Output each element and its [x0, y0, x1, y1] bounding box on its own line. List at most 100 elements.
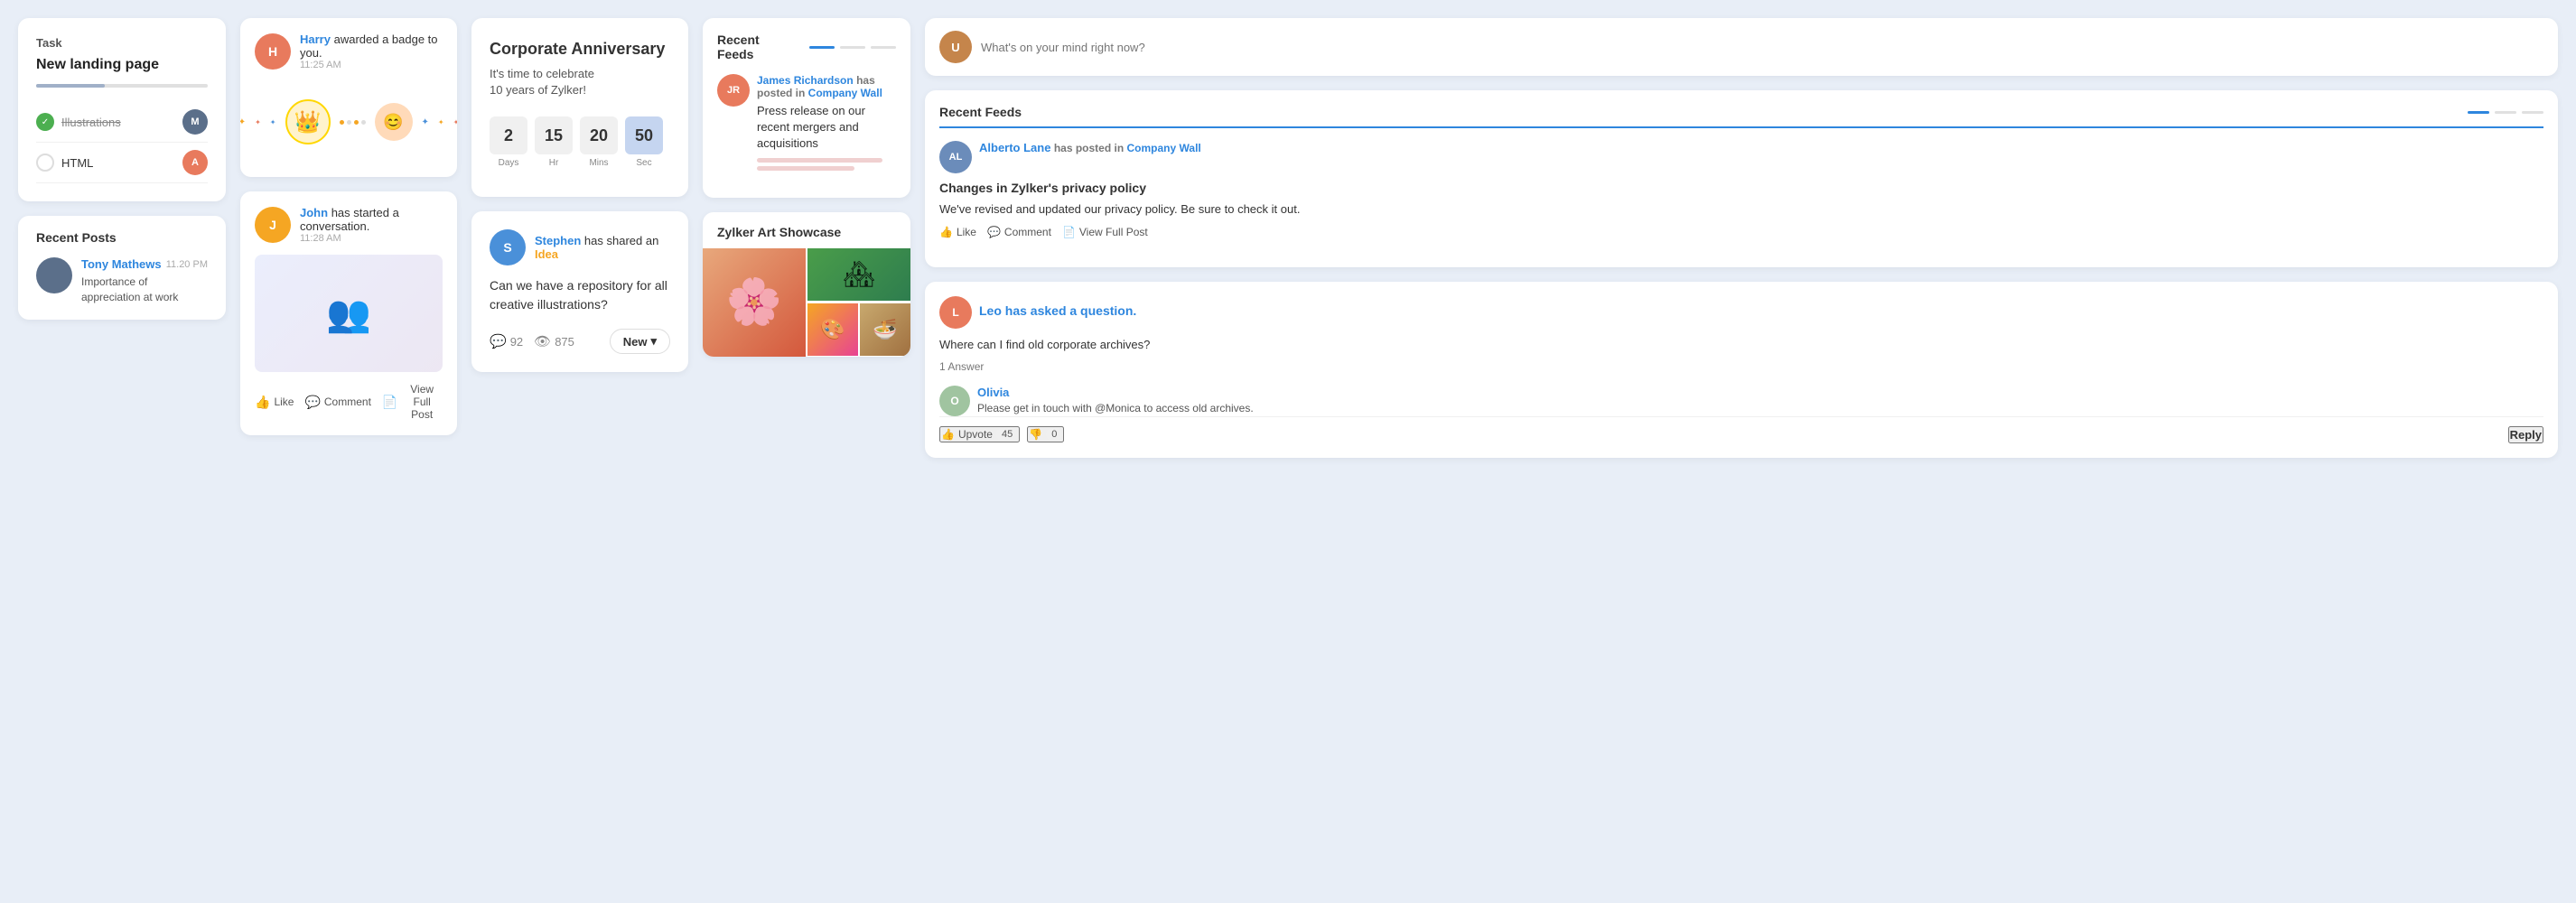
- main-feed-item: AL Alberto Lane has posted in Company Wa…: [939, 141, 2543, 238]
- conversation-image: 👥: [255, 255, 443, 372]
- downvote-button[interactable]: 👎 0: [1027, 426, 1064, 442]
- feeds-sidebar-title: Recent Feeds: [717, 33, 795, 61]
- idea-new-button[interactable]: New ▾: [610, 329, 670, 354]
- recent-posts-title: Recent Posts: [36, 230, 208, 245]
- comment-icon-2: 💬: [987, 226, 1001, 238]
- main-feeds-tabs: [2468, 111, 2543, 114]
- anniversary-title: Corporate Anniversary: [490, 40, 670, 59]
- view-icon-2: 📄: [1062, 226, 1076, 238]
- count-mins-value: 20: [580, 116, 618, 154]
- badge-card: H Harry awarded a badge to you. 11:25 AM…: [240, 18, 457, 177]
- chevron-down-icon: ▾: [650, 334, 657, 349]
- main-feed-body: We've revised and updated our privacy po…: [939, 200, 2543, 219]
- feeds-sidebar-item: JR James Richardson has posted in Compan…: [717, 74, 896, 171]
- downvote-icon: 👎: [1029, 428, 1042, 441]
- badge-receiver-avatar: 😊: [375, 103, 413, 141]
- main-feeds-card: Recent Feeds AL Alberto Lane has posted …: [925, 90, 2558, 267]
- feeds-loading: [757, 158, 896, 171]
- feeds-author-meta: James Richardson has posted in Company W…: [757, 74, 896, 99]
- answer-text: Please get in touch with @Monica to acce…: [977, 401, 1254, 416]
- task-item-label-html: HTML: [61, 156, 93, 170]
- task-check-done: ✓: [36, 113, 54, 131]
- art-image-2[interactable]: 🏘: [807, 248, 910, 301]
- badge-author-avatar: H: [255, 33, 291, 70]
- main-feed-wall-link[interactable]: Company Wall: [1127, 142, 1201, 154]
- conv-view-button[interactable]: 📄 View Full Post: [382, 383, 443, 421]
- idea-author-name[interactable]: Stephen: [535, 234, 581, 247]
- countdown: 2 Days 15 Hr 20 Mins 50 Sec: [490, 116, 670, 168]
- idea-type[interactable]: Idea: [535, 247, 558, 261]
- idea-new-label: New: [623, 335, 648, 349]
- count-days-label: Days: [499, 158, 519, 168]
- compose-card: U: [925, 18, 2558, 76]
- task-item-illustrations[interactable]: ✓ Illustrations M: [36, 102, 208, 143]
- art-showcase-title: Zylker Art Showcase: [703, 212, 910, 248]
- main-feeds-header: Recent Feeds: [939, 105, 2543, 128]
- idea-stats: 💬 92 👁 875 New ▾: [490, 329, 670, 354]
- feeds-tab-2[interactable]: [840, 46, 865, 49]
- badge-header: H Harry awarded a badge to you. 11:25 AM: [255, 33, 443, 70]
- art-image-3[interactable]: 🎨: [807, 303, 858, 356]
- conversation-card: J John has started a conversation. 11:28…: [240, 191, 457, 435]
- art-image-1[interactable]: 🌸: [703, 248, 806, 357]
- task-progress-bar: [36, 84, 208, 88]
- compose-input[interactable]: [981, 41, 2543, 54]
- art-grid: 🌸 🏘 🎨 🍜: [703, 248, 910, 357]
- main-feed-author: Alberto Lane has posted in Company Wall: [979, 141, 1201, 154]
- idea-views-stat: 👁 875: [534, 333, 574, 349]
- main-feeds-tab-3[interactable]: [2522, 111, 2543, 114]
- conv-time: 11:28 AM: [300, 233, 443, 244]
- badge-time: 11:25 AM: [300, 60, 443, 70]
- avatar-html: A: [182, 150, 208, 175]
- feeds-tab-3[interactable]: [871, 46, 896, 49]
- conv-header: J John has started a conversation. 11:28…: [255, 206, 443, 244]
- reply-button[interactable]: Reply: [2508, 426, 2543, 443]
- feeds-tab-1[interactable]: [809, 46, 835, 49]
- conv-author-name[interactable]: John: [300, 206, 328, 219]
- badge-author-name[interactable]: Harry: [300, 33, 331, 46]
- idea-card: S Stephen has shared an Idea Can we have…: [471, 211, 688, 372]
- main-feed-comment-button[interactable]: 💬 Comment: [987, 226, 1051, 238]
- feeds-sidebar-header: Recent Feeds: [717, 33, 896, 61]
- question-card: L Leo has asked a question. Where can I …: [925, 282, 2558, 458]
- post-author[interactable]: Tony Mathews: [81, 257, 162, 271]
- main-feeds-tab-2[interactable]: [2495, 111, 2516, 114]
- count-days-value: 2: [490, 116, 527, 154]
- post-item: Tony Mathews 11.20 PM Importance of appr…: [36, 257, 208, 305]
- main-feed-like-button[interactable]: 👍 Like: [939, 226, 976, 238]
- feeds-tabs: [809, 46, 896, 49]
- feeds-author-avatar: JR: [717, 74, 750, 107]
- task-check-empty: [36, 154, 54, 172]
- idea-author-avatar: S: [490, 229, 526, 265]
- post-text: Importance of appreciation at work: [81, 275, 208, 305]
- count-hr: 15 Hr: [535, 116, 573, 168]
- feeds-author-name[interactable]: James Richardson: [757, 74, 854, 87]
- main-feeds-tab-1[interactable]: [2468, 111, 2489, 114]
- conv-actions: 👍 Like 💬 Comment 📄 View Full Post: [255, 383, 443, 421]
- count-mins: 20 Mins: [580, 116, 618, 168]
- answer-author-name[interactable]: Olivia: [977, 386, 1254, 399]
- post-time: 11.20 PM: [166, 259, 208, 270]
- answer-author-avatar: O: [939, 386, 970, 416]
- feeds-wall-link[interactable]: Company Wall: [808, 87, 882, 99]
- upvote-icon: 👍: [941, 428, 955, 441]
- count-sec-value: 50: [625, 116, 663, 154]
- main-feed-actions: 👍 Like 💬 Comment 📄 View Full Post: [939, 226, 2543, 238]
- badge-text: Harry awarded a badge to you.: [300, 33, 443, 60]
- task-item-html[interactable]: HTML A: [36, 143, 208, 183]
- conv-like-button[interactable]: 👍 Like: [255, 395, 294, 410]
- art-image-4[interactable]: 🍜: [860, 303, 910, 356]
- idea-comment-count: 92: [510, 335, 523, 349]
- post-avatar: [36, 257, 72, 293]
- question-author-avatar: L: [939, 296, 972, 329]
- count-sec-label: Sec: [636, 158, 651, 168]
- count-hr-value: 15: [535, 116, 573, 154]
- count-sec: 50 Sec: [625, 116, 663, 168]
- upvote-button[interactable]: 👍 Upvote 45: [939, 426, 1020, 442]
- badge-visual: ✦ ✦ ✦ 👑 😊 ✦ ✦ ✦: [255, 81, 443, 163]
- conv-comment-button[interactable]: 💬 Comment: [304, 395, 370, 410]
- main-feed-view-button[interactable]: 📄 View Full Post: [1062, 226, 1148, 238]
- downvote-count: 0: [1046, 428, 1062, 441]
- main-feed-author-name[interactable]: Alberto Lane: [979, 141, 1050, 154]
- idea-header: S Stephen has shared an Idea: [490, 229, 670, 265]
